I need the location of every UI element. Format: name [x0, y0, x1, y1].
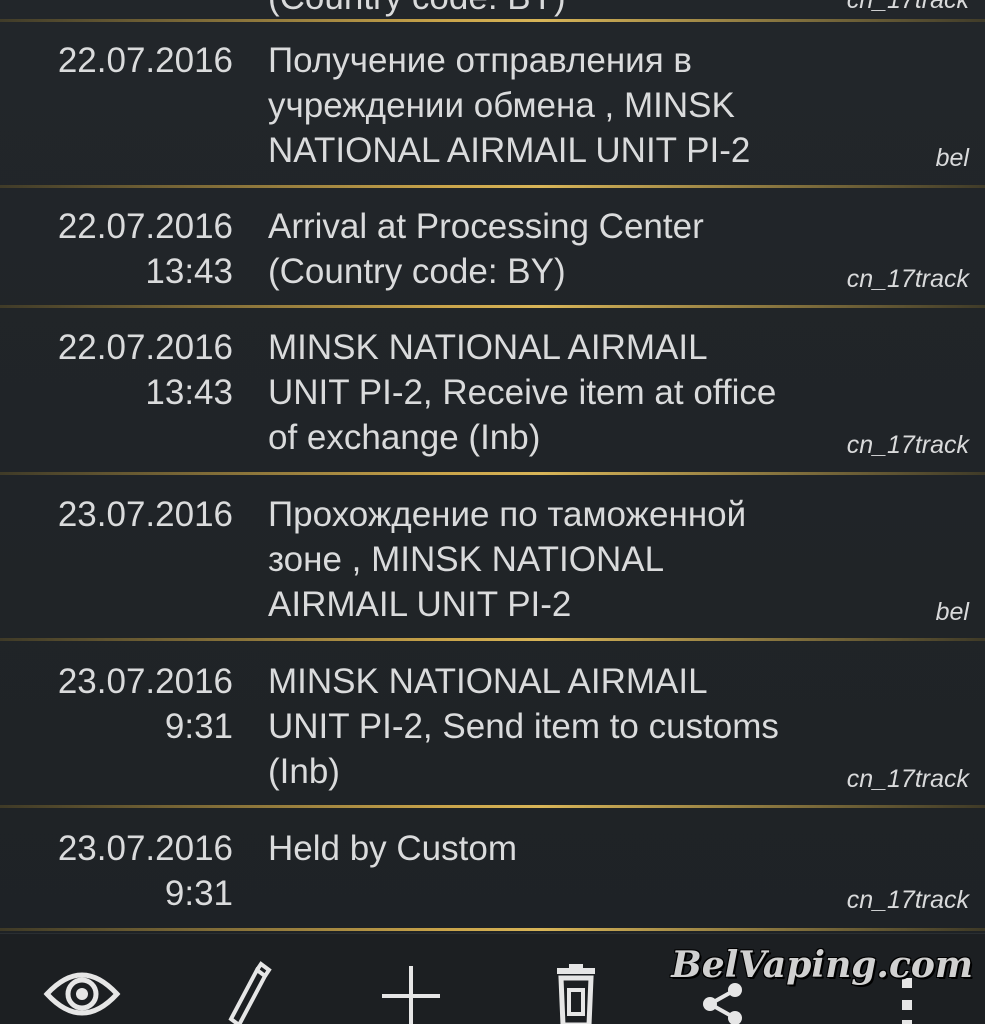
pencil-icon [228, 961, 272, 1024]
row-divider [0, 928, 985, 931]
event-row[interactable]: 22.07.2016 13:43 MINSK NATIONAL AIRMAIL … [0, 308, 985, 472]
event-date-text: 23.07.2016 [57, 829, 233, 868]
event-date-text: 22.07.2016 [57, 328, 233, 367]
event-time-text: 9:31 [164, 707, 233, 746]
delete-button[interactable] [531, 934, 621, 1024]
event-date: 23.07.2016 9:31 [0, 826, 233, 916]
edit-button[interactable] [205, 934, 295, 1024]
event-source: cn_17track [846, 265, 969, 293]
event-description: Получение отправления в учреждении обмен… [268, 41, 751, 170]
trash-icon [557, 964, 595, 1024]
view-button[interactable] [37, 934, 127, 1024]
event-time-text: 9:31 [164, 874, 233, 913]
event-date-text: 22.07.2016 [57, 207, 233, 246]
event-date-text: 23.07.2016 [57, 495, 233, 534]
add-button[interactable] [366, 934, 456, 1024]
event-date: 22.07.2016 13:43 [0, 204, 233, 294]
event-date-text: 23.07.2016 [57, 662, 233, 701]
event-description: Held by Custom [268, 829, 517, 868]
watermark-logo: BelVaping.com [671, 944, 973, 986]
eye-icon [43, 972, 121, 1016]
plus-icon [382, 966, 440, 1024]
event-time-text: 13:43 [145, 373, 233, 412]
event-date: 22.07.2016 [0, 38, 233, 83]
event-description: (Country code: BY) [268, 0, 566, 18]
event-source: cn_17track [846, 0, 969, 14]
event-time-text: 13:43 [145, 252, 233, 291]
event-date: 23.07.2016 9:31 [0, 659, 233, 749]
event-date: 23.07.2016 [0, 492, 233, 537]
event-row[interactable]: 23.07.2016 9:31 MINSK NATIONAL AIRMAIL U… [0, 641, 985, 805]
bottom-toolbar: BelVaping.com [0, 933, 985, 1024]
event-source: cn_17track [846, 886, 969, 914]
event-description: MINSK NATIONAL AIRMAIL UNIT PI-2, Receiv… [268, 328, 777, 457]
event-source: cn_17track [846, 765, 969, 793]
event-row[interactable]: 22.07.2016 Получение отправления в учреж… [0, 22, 985, 186]
event-row[interactable]: 23.07.2016 9:31 Held by Custom cn_17trac… [0, 808, 985, 928]
event-description: Прохождение по таможенной зоне , MINSK N… [268, 495, 747, 624]
event-row[interactable]: 23.07.2016 Прохождение по таможенной зон… [0, 475, 985, 639]
event-row-partial: (Country code: BY) cn_17track [0, 0, 985, 19]
event-date: 22.07.2016 13:43 [0, 325, 233, 415]
tracking-history-screen: (Country code: BY) cn_17track 22.07.2016… [0, 0, 985, 1024]
event-source: cn_17track [846, 431, 969, 459]
event-row[interactable]: 22.07.2016 13:43 Arrival at Processing C… [0, 188, 985, 306]
event-description: MINSK NATIONAL AIRMAIL UNIT PI-2, Send i… [268, 662, 779, 791]
event-source: bel [935, 144, 969, 172]
event-description: Arrival at Processing Center (Country co… [268, 207, 704, 291]
event-date-text: 22.07.2016 [57, 41, 233, 80]
event-source: bel [935, 598, 969, 626]
